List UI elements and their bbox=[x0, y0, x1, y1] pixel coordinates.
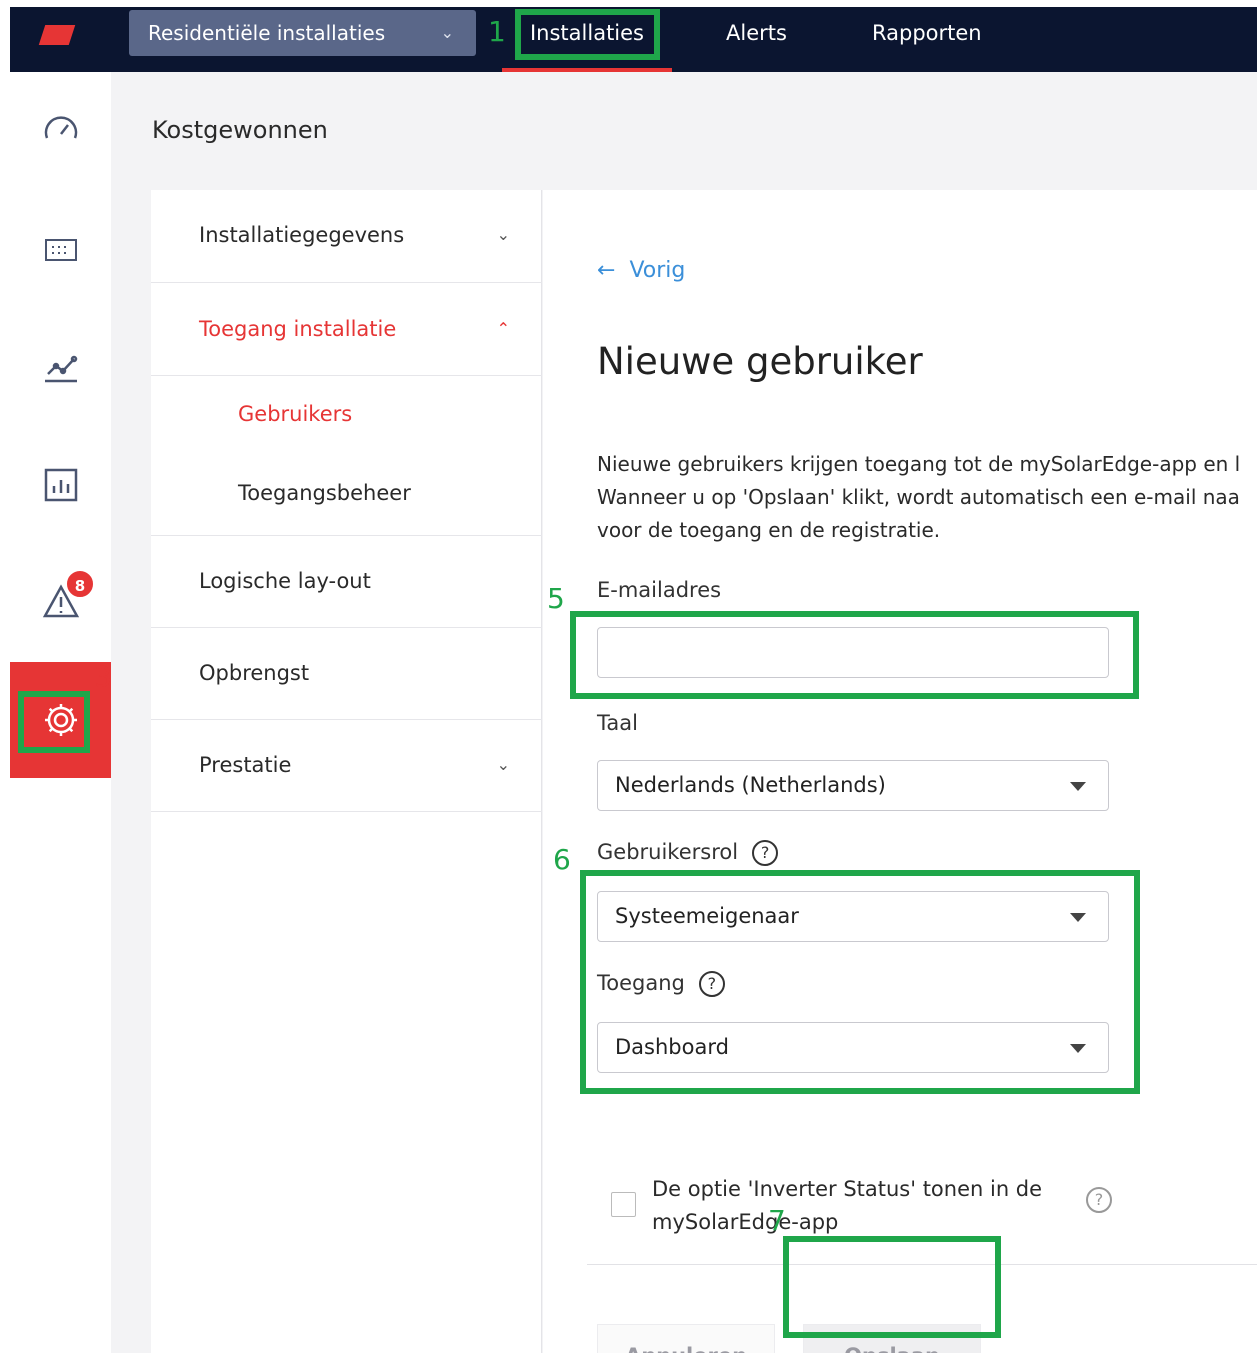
chevron-down-icon: ⌄ bbox=[440, 23, 454, 42]
bar-chart-icon bbox=[44, 468, 77, 502]
caret-down-icon bbox=[1070, 782, 1086, 791]
site-type-select[interactable]: Residentiële installaties ⌄ bbox=[129, 10, 476, 56]
arrow-left-icon: ← bbox=[597, 258, 616, 283]
rail-alerts[interactable]: 8 bbox=[10, 544, 111, 660]
menu-item-prestatie[interactable]: Prestatie ⌄ bbox=[151, 720, 542, 812]
intro-line-2: Wanneer u op 'Opslaan' klikt, wordt auto… bbox=[597, 485, 1240, 509]
menu-item-toegang-installatie[interactable]: Toegang installatie ⌃ bbox=[151, 283, 542, 376]
annotation-number-5: 5 bbox=[547, 582, 565, 615]
menu-item-opbrengst[interactable]: Opbrengst bbox=[151, 628, 542, 720]
highlight-box-installaties bbox=[515, 9, 660, 60]
menu-item-label: Installatiegegevens bbox=[199, 223, 405, 247]
intro-text: Nieuwe gebruikers krijgen toegang tot de… bbox=[597, 448, 1257, 547]
annotation-number-7: 7 bbox=[768, 1204, 786, 1237]
chevron-down-icon: ⌄ bbox=[496, 755, 510, 774]
panel-grid-icon bbox=[44, 239, 77, 261]
rail-reports[interactable] bbox=[10, 427, 111, 543]
alerts-count-badge: 8 bbox=[65, 569, 95, 599]
menu-item-label: Logische lay-out bbox=[199, 569, 371, 593]
annotation-number-1: 1 bbox=[488, 15, 506, 48]
back-link-label: Vorig bbox=[629, 258, 686, 283]
cancel-button[interactable]: Annuleren bbox=[597, 1324, 775, 1353]
role-label: Gebruikersrol bbox=[597, 840, 739, 864]
solaredge-logo[interactable] bbox=[38, 25, 76, 45]
role-label-row: Gebruikersrol? bbox=[597, 840, 779, 866]
menu-sub-gebruikers[interactable]: Gebruikers bbox=[238, 402, 352, 426]
language-label: Taal bbox=[597, 711, 638, 735]
menu-item-label: Prestatie bbox=[199, 753, 292, 777]
site-type-select-value: Residentiële installaties bbox=[148, 21, 386, 45]
rail-layout[interactable] bbox=[10, 192, 111, 308]
rail-dashboard[interactable] bbox=[10, 72, 111, 188]
nav-rapporten[interactable]: Rapporten bbox=[872, 7, 982, 72]
form-heading: Nieuwe gebruiker bbox=[597, 340, 923, 383]
new-user-form: ← Vorig Nieuwe gebruiker Nieuwe gebruiker… bbox=[543, 190, 1257, 1353]
menu-item-label: Opbrengst bbox=[199, 661, 310, 685]
highlight-box-save bbox=[783, 1236, 1001, 1338]
language-select[interactable]: Nederlands (Netherlands) bbox=[597, 760, 1109, 811]
inverter-status-label: De optie 'Inverter Status' tonen in de m… bbox=[652, 1177, 1043, 1234]
highlight-box-email bbox=[570, 611, 1139, 699]
main-content: Kostgewonnen Installatiegegevens ⌄ Toega… bbox=[111, 72, 1257, 1353]
submenu-group bbox=[151, 376, 542, 536]
gauge-icon bbox=[44, 116, 77, 139]
page-title: Kostgewonnen bbox=[152, 116, 328, 144]
language-select-value: Nederlands (Netherlands) bbox=[615, 773, 886, 797]
menu-item-label: Toegang installatie bbox=[199, 317, 397, 341]
highlight-box-settings bbox=[18, 691, 90, 753]
chevron-down-icon: ⌄ bbox=[496, 225, 510, 244]
menu-item-installatiegegevens[interactable]: Installatiegegevens ⌄ bbox=[151, 190, 542, 283]
nav-alerts[interactable]: Alerts bbox=[726, 7, 787, 72]
annotation-number-6: 6 bbox=[553, 843, 571, 876]
help-icon[interactable]: ? bbox=[752, 840, 779, 866]
line-chart-icon bbox=[44, 355, 77, 383]
menu-item-logische-lay-out[interactable]: Logische lay-out bbox=[151, 536, 542, 628]
menu-sub-toegangsbeheer[interactable]: Toegangsbeheer bbox=[238, 481, 411, 505]
intro-line-1: Nieuwe gebruikers krijgen toegang tot de… bbox=[597, 452, 1241, 476]
chevron-up-icon: ⌃ bbox=[496, 319, 510, 338]
intro-line-3: voor de toegang en de registratie. bbox=[597, 518, 941, 542]
help-icon[interactable]: ? bbox=[1086, 1187, 1112, 1213]
annotation-number-3: 3 bbox=[94, 660, 112, 693]
inverter-status-checkbox[interactable] bbox=[611, 1192, 636, 1217]
rail-charts[interactable] bbox=[10, 309, 111, 425]
back-link[interactable]: ← Vorig bbox=[597, 258, 685, 283]
email-label: E-mailadres bbox=[597, 578, 722, 602]
settings-menu: Installatiegegevens ⌄ Toegang installati… bbox=[151, 190, 542, 1353]
highlight-box-role-access bbox=[580, 870, 1140, 1094]
